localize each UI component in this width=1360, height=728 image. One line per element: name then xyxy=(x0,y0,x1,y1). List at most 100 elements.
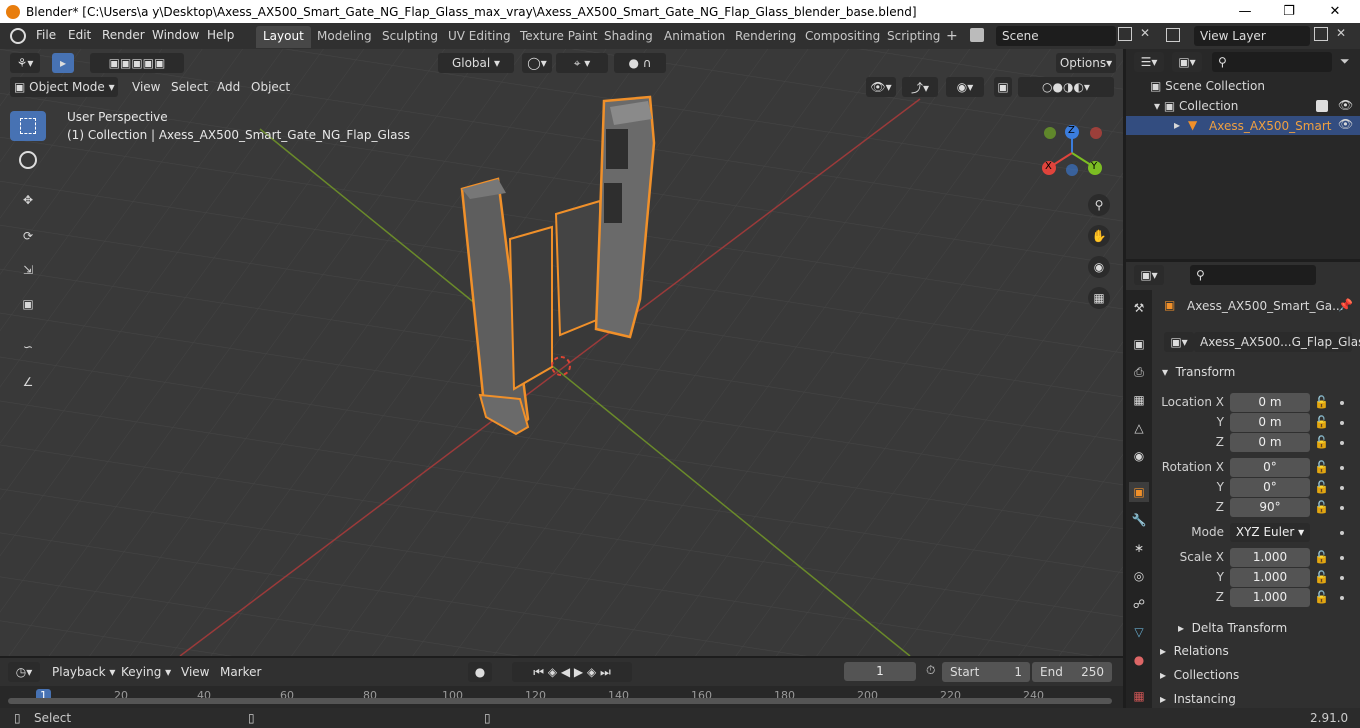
tab-compositing[interactable]: Compositing xyxy=(798,26,887,48)
outliner-display-mode[interactable]: ▣▾ xyxy=(1172,52,1202,72)
tab-layout[interactable]: Layout xyxy=(256,26,311,48)
pin-icon[interactable]: 📌 xyxy=(1338,298,1353,312)
tab-rendering[interactable]: Rendering xyxy=(728,26,803,48)
particles-tab-icon[interactable]: ∗ xyxy=(1129,538,1149,558)
view-layer-icon[interactable] xyxy=(1166,28,1180,42)
keyframe-dot-icon[interactable] xyxy=(1340,466,1344,470)
tool-tab-icon[interactable]: ⚒ xyxy=(1129,298,1149,318)
tab-modeling[interactable]: Modeling xyxy=(310,26,379,48)
start-frame-field[interactable]: Start 1 xyxy=(942,662,1030,682)
zoom-icon[interactable]: ⚲ xyxy=(1088,194,1110,216)
relations-section[interactable]: ▸ Relations xyxy=(1160,644,1229,658)
menu-edit[interactable]: Edit xyxy=(68,28,91,42)
outliner-search-input[interactable]: ⚲ xyxy=(1212,52,1332,72)
material-tab-icon[interactable]: ● xyxy=(1129,650,1149,670)
filter-icon[interactable]: ⏷ xyxy=(1340,54,1350,69)
tab-texture-paint[interactable]: Texture Paint xyxy=(513,26,604,48)
lock-icon[interactable]: 🔓 xyxy=(1314,415,1329,429)
navigation-gizmo[interactable]: Z X Y xyxy=(1036,121,1108,181)
instancing-section[interactable]: ▸ Instancing xyxy=(1160,692,1236,706)
lock-icon[interactable]: 🔓 xyxy=(1314,480,1329,494)
menu-file[interactable]: File xyxy=(36,28,56,42)
lock-icon[interactable]: 🔓 xyxy=(1314,500,1329,514)
modifier-tab-icon[interactable]: 🔧 xyxy=(1129,510,1149,530)
keyframe-dot-icon[interactable] xyxy=(1340,401,1344,405)
cursor-tool-icon[interactable] xyxy=(10,145,46,175)
physics-tab-icon[interactable]: ◎ xyxy=(1129,566,1149,586)
location-z-field[interactable]: 0 m xyxy=(1230,433,1310,452)
properties-editor-type[interactable]: ▣▾ xyxy=(1134,265,1164,285)
viewport-menu-object[interactable]: Object xyxy=(251,80,290,94)
transform-tool-icon[interactable]: ▣ xyxy=(10,289,46,319)
lock-icon[interactable]: 🔓 xyxy=(1314,460,1329,474)
keyframe-dot-icon[interactable] xyxy=(1340,486,1344,490)
view-layer-new-icon[interactable] xyxy=(1314,27,1328,41)
rotation-mode-dropdown[interactable]: XYZ Euler ▾ xyxy=(1230,523,1310,542)
timeline-menu-playback[interactable]: Playback ▾ xyxy=(52,665,115,679)
proportional-editing[interactable]: ● ∩ xyxy=(614,53,666,73)
lock-icon[interactable]: 🔓 xyxy=(1314,395,1329,409)
rotate-tool-icon[interactable]: ⟳ xyxy=(10,221,46,251)
editor-type-button[interactable]: ⚘▾ xyxy=(10,53,40,73)
add-workspace-icon[interactable]: + xyxy=(946,28,958,44)
options-dropdown[interactable]: Options ▾ xyxy=(1056,53,1116,73)
view-layer-remove-icon[interactable]: ✕ xyxy=(1336,26,1346,40)
shading-mode-buttons[interactable]: ○●◑◐▾ xyxy=(1018,77,1114,97)
gizmo-toggle[interactable]: ⤴▾ xyxy=(902,77,938,97)
keyframe-dot-icon[interactable] xyxy=(1340,421,1344,425)
annotate-tool-icon[interactable]: ∽ xyxy=(10,332,46,362)
select-tool-icon[interactable]: ▸ xyxy=(52,53,74,73)
collection-visibility-icon[interactable]: 👁 xyxy=(1338,98,1353,112)
move-tool-icon[interactable]: ✥ xyxy=(10,185,46,215)
viewport-menu-view[interactable]: View xyxy=(132,80,160,94)
blender-menu-icon[interactable] xyxy=(10,28,26,44)
location-x-field[interactable]: 0 m xyxy=(1230,393,1310,412)
selection-mode-buttons[interactable]: ▣▣▣▣▣ xyxy=(90,53,184,73)
viewport-menu-select[interactable]: Select xyxy=(171,80,208,94)
outliner-collection[interactable]: ▾ ▣ Collection xyxy=(1154,99,1238,113)
delta-transform-section[interactable]: ▸ Delta Transform xyxy=(1178,621,1287,635)
viewport-menu-add[interactable]: Add xyxy=(217,80,240,94)
pan-hand-icon[interactable]: ✋ xyxy=(1088,225,1110,247)
close-window-button[interactable]: ✕ xyxy=(1312,0,1358,23)
scale-tool-icon[interactable]: ⇲ xyxy=(10,255,46,285)
world-tab-icon[interactable]: ◉ xyxy=(1129,446,1149,466)
collections-section[interactable]: ▸ Collections xyxy=(1160,668,1239,682)
properties-search-input[interactable]: ⚲ xyxy=(1190,265,1316,285)
keyframe-dot-icon[interactable] xyxy=(1340,596,1344,600)
select-box-tool-icon[interactable] xyxy=(10,111,46,141)
tab-shading[interactable]: Shading xyxy=(597,26,660,48)
scene-name-field[interactable]: Scene xyxy=(996,26,1116,46)
tab-sculpting[interactable]: Sculpting xyxy=(375,26,445,48)
3d-viewport[interactable]: ⚘▾ ▸ ▣▣▣▣▣ Global ▾ ◯▾ ⌖ ▾ ● ∩ Options ▾ … xyxy=(0,49,1123,656)
lock-icon[interactable]: 🔓 xyxy=(1314,590,1329,604)
timeline-scrollbar[interactable] xyxy=(8,698,1112,704)
view-layer-field[interactable]: View Layer xyxy=(1194,26,1310,46)
scene-tab-icon[interactable]: △ xyxy=(1129,418,1149,438)
overlay-toggle[interactable]: ◉▾ xyxy=(946,77,984,97)
view-layer-tab-icon[interactable]: ▦ xyxy=(1129,390,1149,410)
scene-new-icon[interactable] xyxy=(1118,27,1132,41)
scale-x-field[interactable]: 1.000 xyxy=(1230,548,1310,567)
object-tab-icon[interactable]: ▣ xyxy=(1129,482,1149,502)
keyframe-dot-icon[interactable] xyxy=(1340,576,1344,580)
keyframe-dot-icon[interactable] xyxy=(1340,531,1344,535)
keyframe-dot-icon[interactable] xyxy=(1340,441,1344,445)
keyframe-dot-icon[interactable] xyxy=(1340,506,1344,510)
keyframe-dot-icon[interactable] xyxy=(1340,556,1344,560)
rotation-z-field[interactable]: 90° xyxy=(1230,498,1310,517)
end-frame-field[interactable]: End 250 xyxy=(1032,662,1112,682)
constraints-tab-icon[interactable]: ☍ xyxy=(1129,594,1149,614)
stopwatch-icon[interactable]: ⏱ xyxy=(926,663,935,678)
rotation-x-field[interactable]: 0° xyxy=(1230,458,1310,477)
scene-remove-icon[interactable]: ✕ xyxy=(1140,26,1150,40)
tab-animation[interactable]: Animation xyxy=(657,26,732,48)
timeline-menu-view[interactable]: View xyxy=(181,665,209,679)
visibility-dropdown[interactable]: 👁▾ xyxy=(866,77,896,97)
data-tab-icon[interactable]: ▽ xyxy=(1129,622,1149,642)
output-tab-icon[interactable]: ⎙ xyxy=(1129,362,1149,382)
minimize-button[interactable]: — xyxy=(1222,0,1268,23)
camera-icon[interactable]: ◉ xyxy=(1088,256,1110,278)
transform-section-header[interactable]: ▾ Transform xyxy=(1162,365,1235,379)
collection-checkbox[interactable] xyxy=(1316,100,1328,112)
